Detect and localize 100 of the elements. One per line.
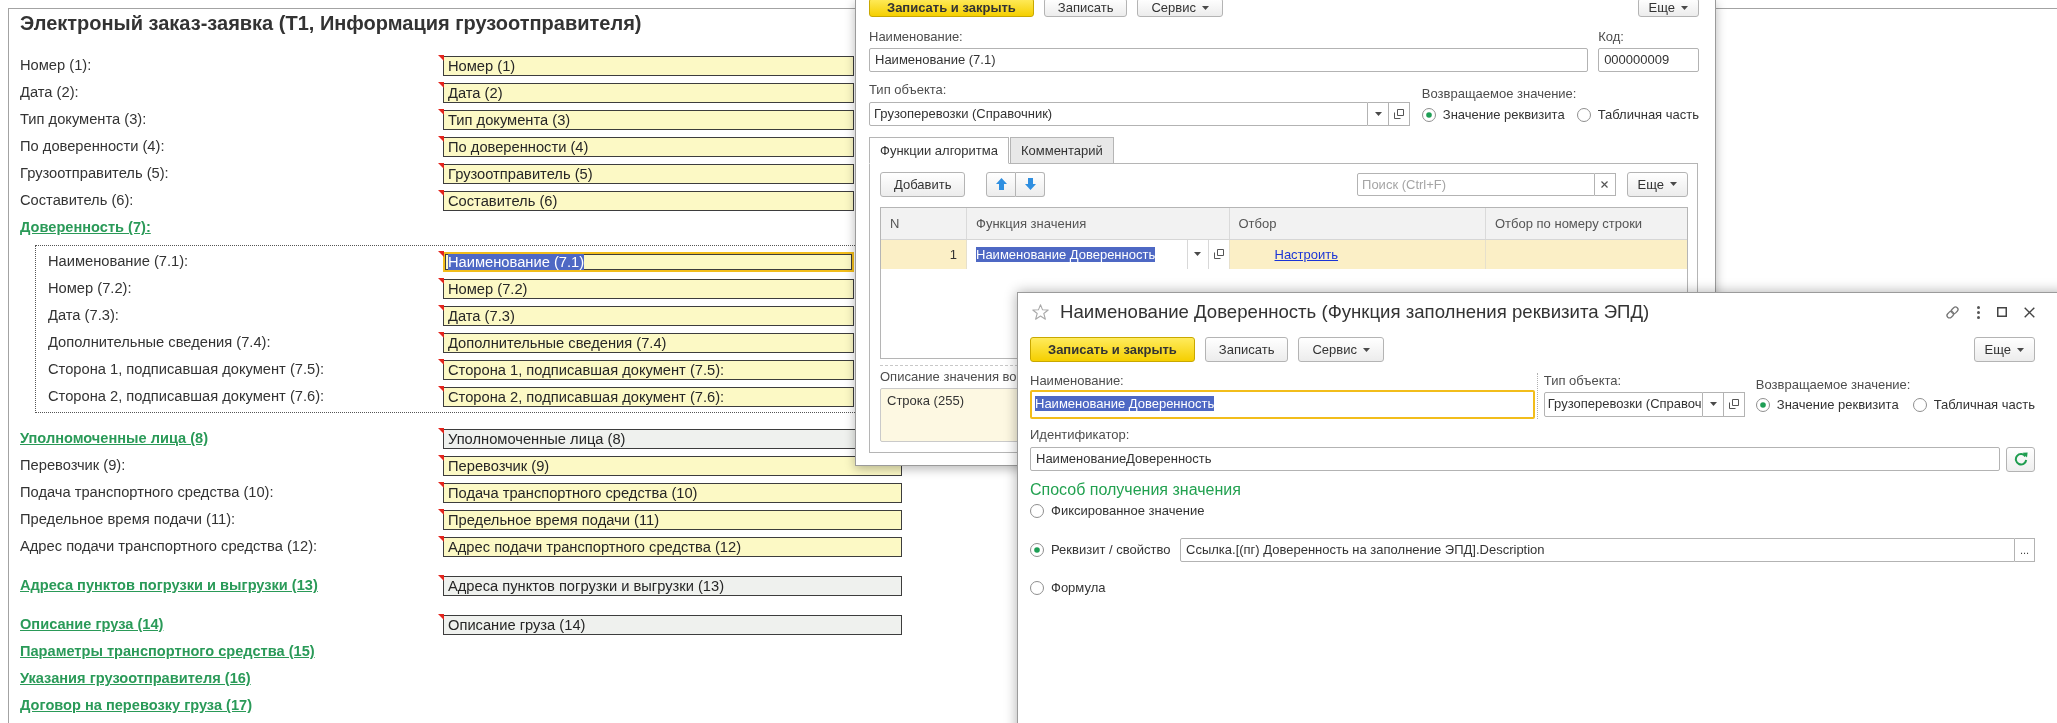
corner-marker-icon — [438, 508, 444, 515]
save-button[interactable]: Записать — [1204, 337, 1289, 362]
search-field[interactable]: Поиск (Ctrl+F) — [1357, 173, 1595, 196]
move-down-button[interactable] — [1015, 172, 1046, 197]
link-icon[interactable] — [1945, 304, 1960, 320]
more-button[interactable]: Еще — [1626, 172, 1688, 197]
star-icon[interactable] — [1031, 304, 1049, 320]
corner-marker-icon — [438, 250, 444, 257]
section-link[interactable]: Договор на перевозку груза (17) — [20, 697, 253, 714]
text-field[interactable]: Наименование (7.1) — [443, 251, 854, 272]
section-heading: Способ получения значения — [1030, 480, 1241, 500]
text-field[interactable]: Сторона 1, подписавшая документ (7.5): — [443, 359, 854, 380]
radio-option[interactable]: Табличная часть — [1912, 396, 2035, 413]
text-field[interactable]: Дополнительные сведения (7.4) — [443, 332, 854, 353]
section-link[interactable]: Доверенность (7): — [20, 219, 151, 236]
more-button[interactable]: Еще — [1973, 337, 2035, 362]
save-button[interactable]: Записать — [1043, 0, 1128, 17]
section-link[interactable]: Адреса пунктов погрузки и выгрузки (13) — [20, 577, 318, 594]
dropdown-button[interactable] — [1703, 392, 1725, 417]
name-field[interactable]: Наименование Доверенность — [1030, 390, 1536, 419]
text-field[interactable]: Адреса пунктов погрузки и выгрузки (13) — [443, 575, 902, 596]
move-up-button[interactable] — [986, 172, 1016, 197]
section-link[interactable]: Описание груза (14) — [20, 616, 164, 633]
object-type-field[interactable]: Грузоперевозки (Справочник) — [869, 102, 1369, 126]
tab[interactable]: Комментарий — [1009, 137, 1114, 164]
text-field[interactable]: Описание груза (14) — [443, 614, 902, 635]
field-label: Описание значения во — [880, 369, 1017, 385]
more-icon[interactable] — [1977, 305, 1980, 319]
section-link[interactable]: Параметры транспортного средства (15) — [20, 643, 315, 660]
text-field[interactable]: Адрес подачи транспортного средства (12) — [443, 536, 902, 557]
squares-icon — [1729, 399, 1740, 410]
cell-editor[interactable]: Наименование Доверенность — [967, 240, 1230, 269]
more-button[interactable]: Еще — [1637, 0, 1699, 17]
object-type-field[interactable]: Грузоперевозки (Справоч — [1543, 392, 1704, 417]
radio-option[interactable]: Табличная часть — [1576, 106, 1699, 123]
corner-marker-icon — [438, 385, 444, 392]
column-header: Отбор — [1229, 208, 1486, 239]
corner-marker-icon — [438, 304, 444, 311]
field-label: Предельное время подачи (11): — [20, 511, 236, 528]
squares-icon — [1394, 109, 1405, 119]
clear-icon — [1601, 181, 1609, 188]
text-field[interactable]: Сторона 2, подписавшая документ (7.6): — [443, 386, 854, 407]
corner-marker-icon — [438, 331, 444, 338]
refresh-button[interactable] — [2006, 446, 2035, 472]
field-label: Тип документа (3): — [20, 111, 147, 128]
squares-icon — [1213, 249, 1224, 260]
up-arrow-icon — [995, 178, 1007, 191]
save-and-close-button[interactable]: Записать и закрыть — [1030, 337, 1195, 362]
caret-icon — [1670, 182, 1677, 187]
field-label: Сторона 2, подписавшая документ (7.6): — [48, 388, 325, 405]
name-field[interactable]: Наименование (7.1) — [869, 48, 1589, 72]
text-field[interactable]: Номер (1) — [443, 55, 854, 76]
radio-option[interactable]: Формула — [1030, 580, 1106, 596]
radio-option[interactable]: Значение реквизита — [1421, 106, 1565, 123]
text-field[interactable]: По доверенности (4) — [443, 136, 854, 157]
clear-button[interactable] — [1594, 173, 1616, 196]
table-row[interactable]: 1 Наименование Доверенность Настроить — [881, 240, 1687, 269]
service-menu-button[interactable]: Сервис — [1137, 0, 1223, 17]
field-label: Тип объекта: — [869, 82, 947, 99]
text-field[interactable]: Перевозчик (9) — [443, 455, 902, 476]
field-label: По доверенности (4): — [20, 138, 165, 155]
text-field[interactable]: Составитель (6) — [443, 190, 854, 211]
text-field[interactable]: Дата (2) — [443, 82, 854, 103]
field-label: Тип объекта: — [1543, 372, 1622, 389]
corner-marker-icon — [438, 135, 444, 142]
text-field[interactable]: Номер (7.2) — [443, 278, 854, 299]
configure-link[interactable]: Настроить — [1274, 247, 1339, 262]
field-label: Номер (1): — [20, 57, 92, 74]
identifier-field[interactable]: НаименованиеДоверенность — [1030, 446, 2000, 471]
field-label: Наименование (7.1): — [48, 253, 189, 270]
field-label: Перевозчик (9): — [20, 457, 126, 474]
choice-button[interactable]: ... — [2015, 537, 2035, 562]
field-label: Сторона 1, подписавшая документ (7.5): — [48, 361, 325, 378]
radio-option[interactable]: Реквизит / свойство — [1030, 541, 1171, 558]
text-field[interactable]: Тип документа (3) — [443, 109, 854, 130]
field-label: Грузоотправитель (5): — [20, 165, 169, 182]
corner-marker-icon — [438, 481, 444, 488]
open-button[interactable] — [1389, 102, 1411, 126]
property-field[interactable]: Ссылка.[(пг) Доверенность на заполнение ЭПД].Description — [1180, 537, 2015, 562]
dropdown-button[interactable] — [1368, 102, 1390, 126]
field-label: Наименование: — [1030, 372, 1124, 389]
radio-option[interactable]: Фиксированное значение — [1030, 503, 1205, 519]
text-field[interactable]: Предельное время подачи (11) — [443, 509, 902, 530]
text-field[interactable]: Подача транспортного средства (10) — [443, 482, 902, 503]
radio-option[interactable]: Значение реквизита — [1755, 396, 1899, 413]
section-link[interactable]: Указания грузоотправителя (16) — [20, 670, 251, 687]
add-button[interactable]: Добавить — [880, 172, 966, 197]
text-field[interactable]: Дата (7.3) — [443, 305, 854, 326]
tab[interactable]: Функции алгоритма — [869, 137, 1009, 164]
corner-marker-icon — [438, 358, 444, 365]
service-menu-button[interactable]: Сервис — [1298, 337, 1384, 362]
caret-icon — [2017, 347, 2024, 352]
open-button[interactable] — [1724, 392, 1746, 417]
text-field[interactable]: Грузоотправитель (5) — [443, 163, 854, 184]
code-field[interactable]: 000000009 — [1598, 48, 1699, 72]
close-icon[interactable] — [2024, 306, 2035, 318]
maximize-icon[interactable] — [1997, 307, 2007, 317]
save-and-close-button[interactable]: Записать и закрыть — [869, 0, 1034, 17]
corner-marker-icon — [438, 535, 444, 542]
section-link[interactable]: Уполномоченные лица (8) — [20, 430, 209, 447]
